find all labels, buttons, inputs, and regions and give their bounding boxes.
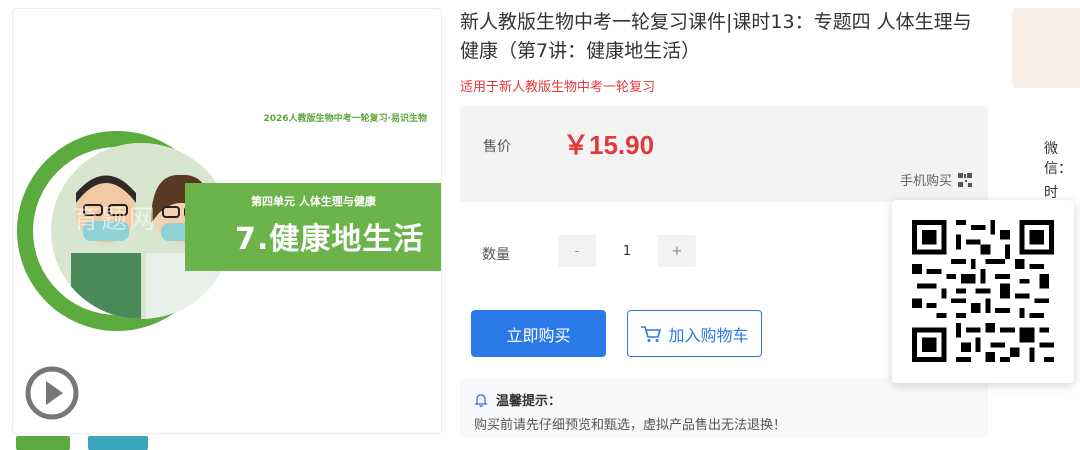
thumbnail-2[interactable] <box>88 436 148 450</box>
cover-lesson-title: 7.健康地生活 <box>235 222 425 257</box>
quantity-increase-button[interactable]: + <box>658 235 696 267</box>
product-subtitle: 适用于新人教版生物中考一轮复习 <box>460 80 656 95</box>
mobile-qr-popup <box>892 200 1074 383</box>
qr-code-icon <box>958 172 972 187</box>
buy-now-button[interactable]: 立即购买 <box>471 310 606 357</box>
price-value: ￥15.90 <box>563 130 655 160</box>
thumbnail-strip <box>16 436 156 450</box>
add-to-cart-label: 加入购物车 <box>668 325 749 345</box>
cover-image[interactable]: 2026人教版生物中考一轮复习·易识生物 第四单元 人体生理与健康 7.健康地生… <box>13 101 441 341</box>
cover-unit-text: 第四单元 人体生理与健康 <box>251 195 376 208</box>
quantity-decrease-button[interactable]: - <box>558 235 596 267</box>
thumbnail-1[interactable] <box>16 436 70 450</box>
quantity-stepper: - + <box>558 235 696 267</box>
play-icon[interactable] <box>23 364 81 422</box>
wechat-label: 微信： <box>1044 141 1072 177</box>
notice-title: 温馨提示： <box>496 394 562 409</box>
price-label: 售价 <box>483 139 511 155</box>
seller-banner-image <box>1012 8 1080 88</box>
quantity-label: 数量 <box>482 247 510 263</box>
cart-icon <box>641 325 662 342</box>
mobile-buy-label: 手机购买 <box>899 174 952 189</box>
bell-icon <box>474 393 488 407</box>
mobile-buy-link[interactable]: 手机购买 <box>900 170 972 189</box>
product-preview-card: 2026人教版生物中考一轮复习·易识生物 第四单元 人体生理与健康 7.健康地生… <box>12 8 442 434</box>
cover-watermark: 育题网 <box>73 205 158 235</box>
quantity-input[interactable] <box>596 235 658 267</box>
product-title: 新人教版生物中考一轮复习课件|课时13：专题四 人体生理与健康（第7讲：健康地生… <box>460 11 972 62</box>
add-to-cart-button[interactable]: 加入购物车 <box>627 310 762 357</box>
qr-code-image <box>912 220 1054 362</box>
cover-series-text: 2026人教版生物中考一轮复习·易识生物 <box>263 114 427 124</box>
price-panel: 售价 ￥15.90 手机购买 <box>460 106 988 202</box>
notice-text: 购买前请先仔细预览和甄选，虚拟产品售出无法退换！ <box>474 418 787 433</box>
notice-box: 温馨提示： 购买前请先仔细预览和甄选，虚拟产品售出无法退换！ <box>460 378 988 438</box>
